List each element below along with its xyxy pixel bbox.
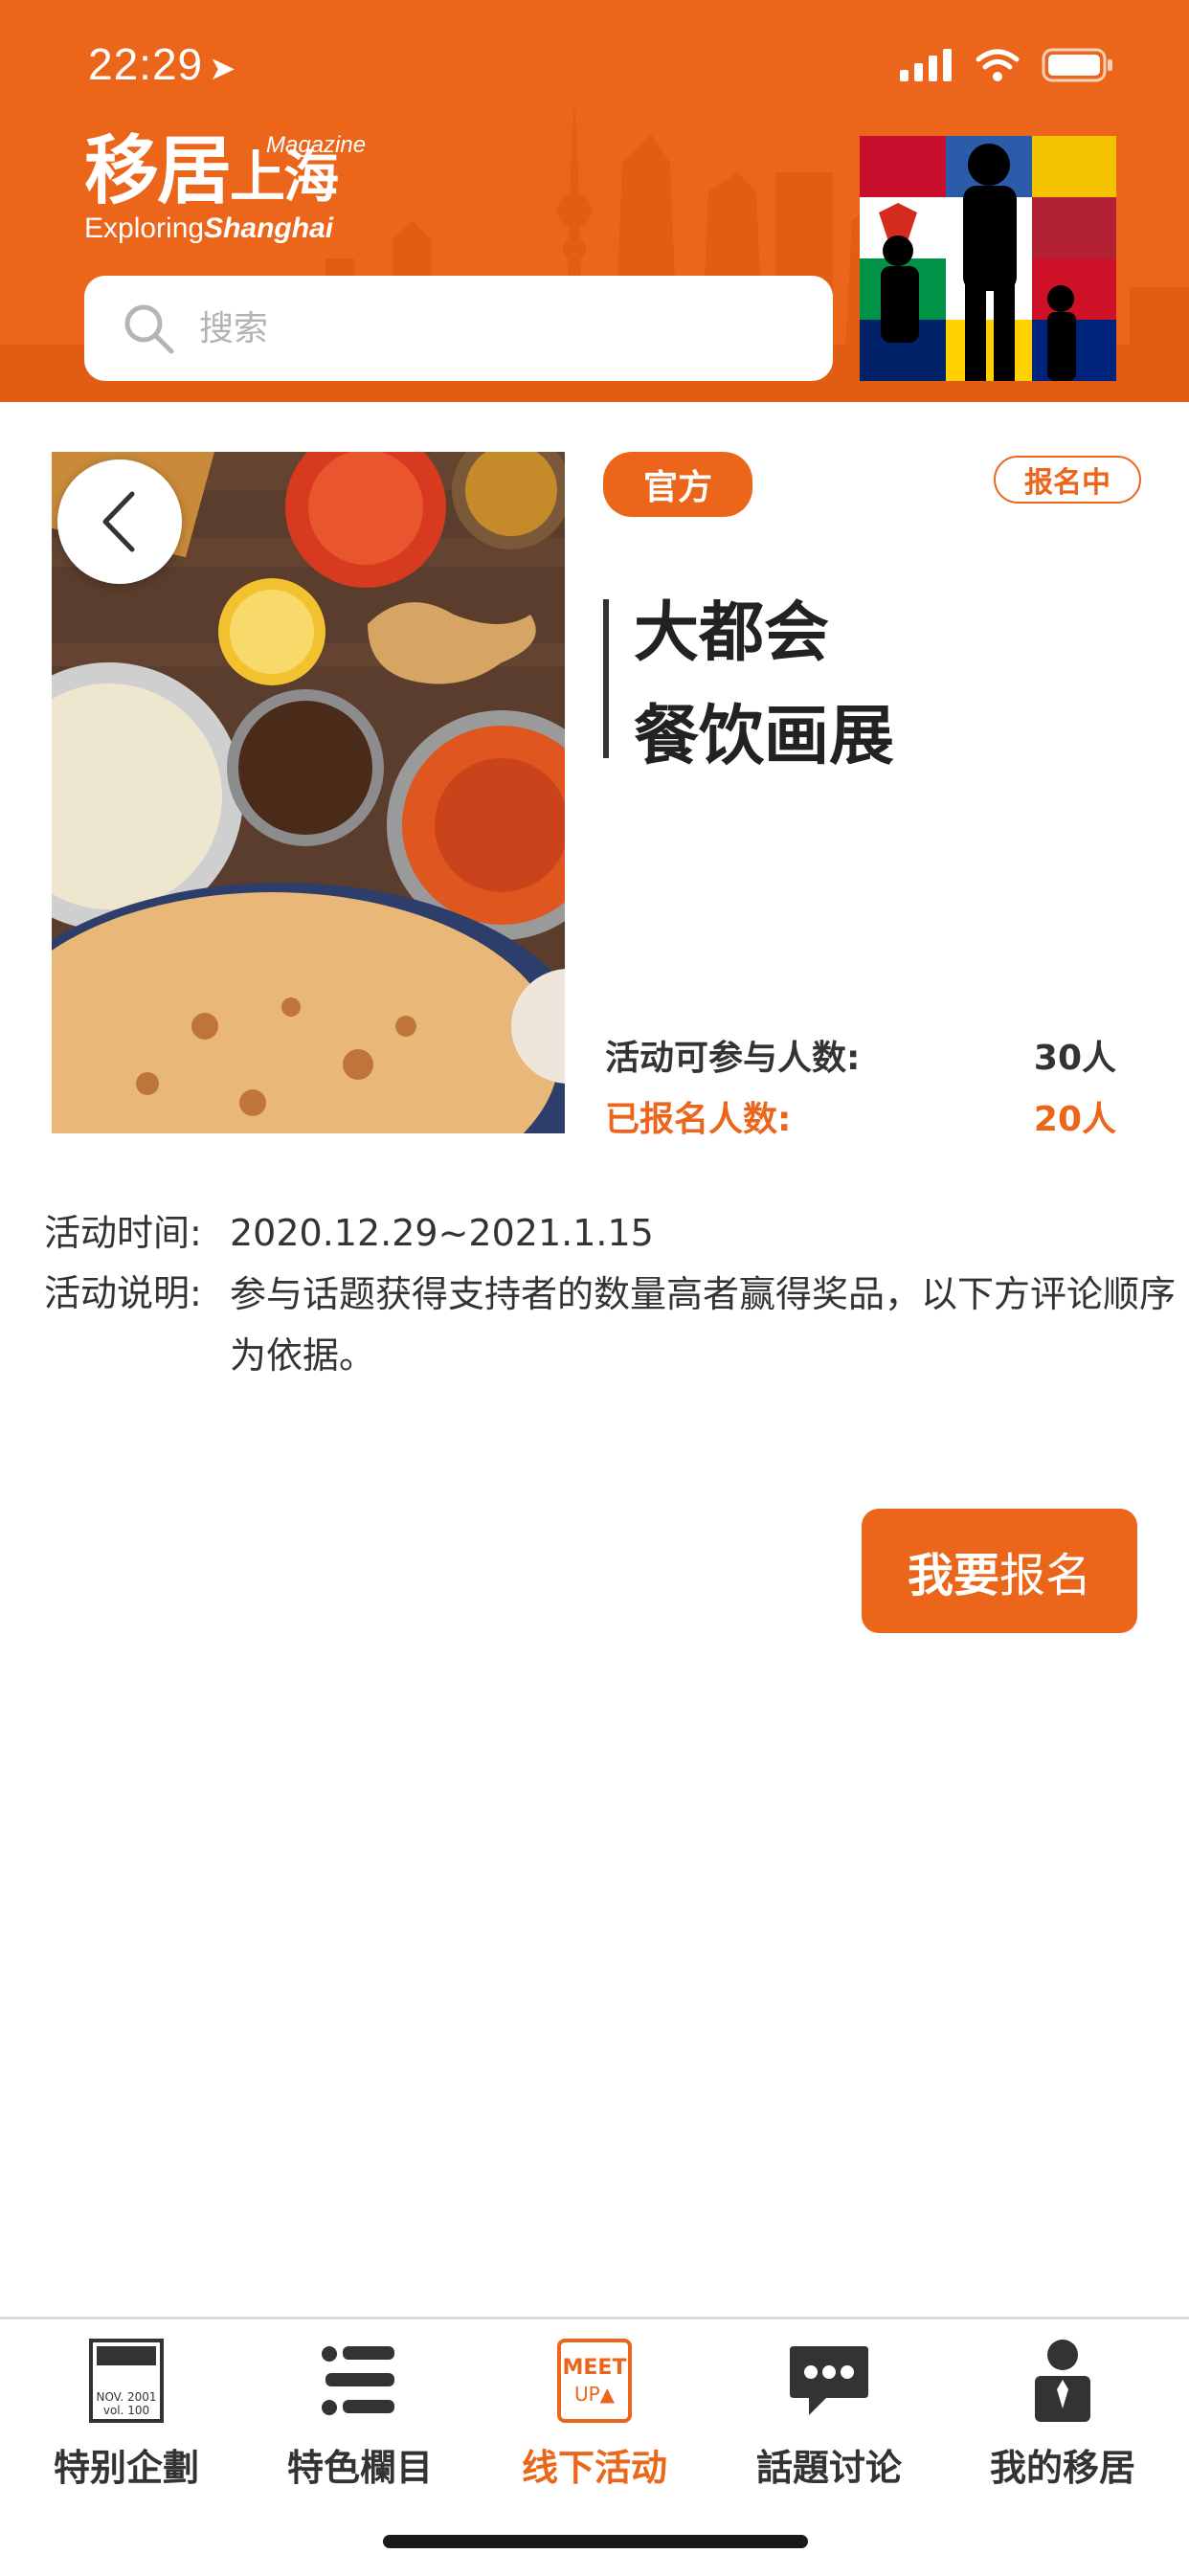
tab-label: 特别企劃 xyxy=(53,2447,199,2489)
app-logo: Magazine 移居上海 ExploringShanghai xyxy=(84,132,366,245)
app-header: 22:29 ➤ Magazine 移居上海 ExploringShanghai xyxy=(0,0,1189,402)
tab-featured-columns[interactable]: 特色欄目 xyxy=(264,2335,456,2491)
registered-row: 已报名人数: 20人 xyxy=(605,1091,1116,1141)
search-icon xyxy=(124,304,174,354)
list-icon xyxy=(322,2346,394,2415)
magazine-icon-vol: vol. 100 xyxy=(103,2404,149,2417)
capacity-value: 30人 xyxy=(1033,1039,1116,1078)
event-title-line-2: 餐饮画展 xyxy=(634,699,895,774)
user-icon xyxy=(1035,2340,1090,2422)
registration-status-badge: 报名中 xyxy=(994,456,1141,504)
event-time-value: 2020.12.29~2021.1.15 xyxy=(230,1212,654,1254)
meetup-icon-line1: MEET xyxy=(563,2356,627,2380)
tab-my-profile[interactable]: 我的移居 xyxy=(967,2335,1158,2491)
event-title: 大都会 餐饮画展 xyxy=(634,582,894,789)
logo-cn-primary: 移居 xyxy=(84,127,232,214)
tab-special-feature[interactable]: NOV. 2001 vol. 100 特别企劃 xyxy=(31,2335,222,2491)
tab-label: 我的移居 xyxy=(989,2447,1135,2489)
logo-en-exploring: Exploring xyxy=(84,213,205,244)
official-tag: 官方 xyxy=(603,452,752,517)
signal-icon xyxy=(900,49,952,81)
logo-en-shanghai: Shanghai xyxy=(204,213,334,244)
magazine-cover-icon: NOV. 2001 vol. 100 xyxy=(89,2339,164,2423)
event-title-line-1: 大都会 xyxy=(634,595,830,671)
event-description-label: 活动说明: xyxy=(44,1272,202,1314)
status-icons xyxy=(900,46,1114,84)
status-time: 22:29 ➤ xyxy=(88,39,237,89)
signup-button[interactable]: 我要 报名 xyxy=(862,1509,1137,1633)
search-bar[interactable] xyxy=(84,276,833,381)
battery-icon xyxy=(1042,48,1112,82)
location-arrow-icon: ➤ xyxy=(209,51,237,87)
registered-label: 已报名人数: xyxy=(605,1100,792,1139)
signup-button-light-text: 报名 xyxy=(999,1549,1092,1602)
capacity-label: 活动可参与人数: xyxy=(605,1039,861,1078)
chat-bubble-icon xyxy=(790,2346,868,2415)
registered-value: 20人 xyxy=(1033,1100,1116,1139)
tab-topic-discussion[interactable]: 話題讨论 xyxy=(733,2335,925,2491)
tab-label: 特色欄目 xyxy=(286,2447,433,2489)
tab-label: 线下活动 xyxy=(521,2447,667,2489)
logo-en: ExploringShanghai xyxy=(84,213,337,245)
flags-people-image xyxy=(860,136,1116,381)
tab-label: 話題讨论 xyxy=(755,2447,902,2489)
signup-button-bold-text: 我要 xyxy=(907,1549,999,1602)
event-description-value: 参与话题获得支持者的数量高者赢得奖品，以下方评论顺序为依据。 xyxy=(230,1273,1177,1377)
wifi-icon xyxy=(976,49,1020,81)
meetup-icon-line2: UP▲ xyxy=(574,2383,616,2406)
chevron-left-icon xyxy=(102,491,135,552)
title-accent-bar xyxy=(603,599,609,758)
event-time-row: 活动时间: 2020.12.29~2021.1.15 xyxy=(44,1202,1178,1264)
magazine-icon-date: NOV. 2001 xyxy=(96,2390,156,2404)
tab-offline-events[interactable]: MEET UP▲ 线下活动 xyxy=(499,2335,690,2491)
event-time-label: 活动时间: xyxy=(44,1212,202,1254)
meetup-icon: MEET UP▲ xyxy=(557,2339,632,2423)
home-indicator xyxy=(383,2535,808,2548)
event-description-row: 活动说明: 参与话题获得支持者的数量高者赢得奖品，以下方评论顺序为依据。 xyxy=(44,1264,1178,1386)
back-button[interactable] xyxy=(57,459,182,584)
logo-magazine-text: Magazine xyxy=(266,132,367,158)
search-input[interactable] xyxy=(197,307,775,349)
capacity-row: 活动可参与人数: 30人 xyxy=(605,1030,1116,1080)
